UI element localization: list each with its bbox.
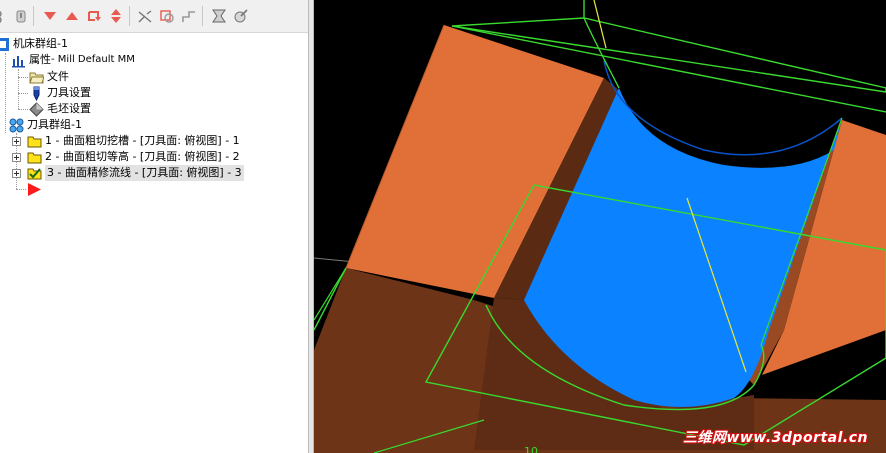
expand-operation-3[interactable] — [12, 169, 21, 178]
expand-collapse-icon[interactable] — [107, 7, 125, 25]
post-icon[interactable] — [180, 7, 198, 25]
graphics-viewport[interactable]: 10 三维网www.3dportal.cn — [314, 0, 886, 453]
tool-icon[interactable] — [0, 7, 12, 25]
stock-settings-label: 毛坯设置 — [47, 102, 91, 115]
svg-text:10: 10 — [524, 445, 538, 453]
files-label: 文件 — [47, 70, 69, 83]
properties-machine-name: - Mill Default MM — [51, 54, 135, 65]
insert-arrow-icon[interactable] — [85, 7, 103, 25]
insert-position-marker[interactable] — [26, 181, 45, 197]
tree-item-operation-3[interactable]: 3 - 曲面精修流线 - [刀具面: 俯视图] - 3 — [26, 165, 244, 181]
verify-icon[interactable] — [232, 7, 250, 25]
toolpath-manager-panel: 机床群组-1 属性 - Mill Default MM 文件 刀具设置 毛坯设置… — [0, 0, 308, 453]
folder-open-icon — [28, 69, 44, 85]
folder-icon — [26, 149, 42, 165]
properties-icon — [10, 52, 26, 68]
highlight-icon[interactable] — [210, 7, 228, 25]
move-down-icon[interactable] — [41, 7, 59, 25]
tree-item-toolpath-group[interactable]: 刀具群组-1 — [8, 117, 82, 133]
tree-item-machine-group[interactable]: 机床群组-1 — [0, 36, 68, 52]
site-watermark: 三维网www.3dportal.cn — [682, 430, 868, 446]
machine-group-label: 机床群组-1 — [13, 37, 68, 50]
tool-settings-icon — [28, 85, 44, 101]
expand-operation-2[interactable] — [12, 153, 21, 162]
tree-item-operation-2[interactable]: 2 - 曲面粗切等高 - [刀具面: 俯视图] - 2 — [26, 149, 240, 165]
tree-item-operation-1[interactable]: 1 - 曲面粗切挖槽 - [刀具面: 俯视图] - 1 — [26, 133, 240, 149]
tree-item-files[interactable]: 文件 — [28, 69, 69, 85]
tree-item-tool-settings[interactable]: 刀具设置 — [28, 85, 91, 101]
part-model-view: 10 — [314, 0, 886, 453]
filter-icon[interactable] — [12, 7, 30, 25]
folder-checked-icon — [26, 165, 42, 181]
toolpath-group-icon — [8, 117, 24, 133]
folder-icon — [26, 133, 42, 149]
insert-arrow-red-icon — [26, 181, 42, 197]
stock-settings-icon — [28, 101, 44, 117]
operation-2-label: 2 - 曲面粗切等高 - [刀具面: 俯视图] - 2 — [45, 150, 240, 163]
expand-operation-1[interactable] — [12, 137, 21, 146]
tool-settings-label: 刀具设置 — [47, 86, 91, 99]
tree-item-stock-settings[interactable]: 毛坯设置 — [28, 101, 91, 117]
properties-label: 属性 — [29, 53, 51, 66]
operation-1-label: 1 - 曲面粗切挖槽 - [刀具面: 俯视图] - 1 — [45, 134, 240, 147]
toggle-display-icon[interactable] — [136, 7, 154, 25]
move-up-icon[interactable] — [63, 7, 81, 25]
toolpath-line-top — [593, 0, 607, 49]
regenerate-icon[interactable] — [158, 7, 176, 25]
machine-group-icon — [0, 36, 10, 52]
tree-item-properties[interactable]: 属性 - Mill Default MM — [10, 52, 135, 68]
toolpath-toolbar — [0, 0, 308, 33]
operation-3-label: 3 - 曲面精修流线 - [刀具面: 俯视图] - 3 — [45, 165, 244, 181]
toolpath-group-label: 刀具群组-1 — [27, 118, 82, 131]
